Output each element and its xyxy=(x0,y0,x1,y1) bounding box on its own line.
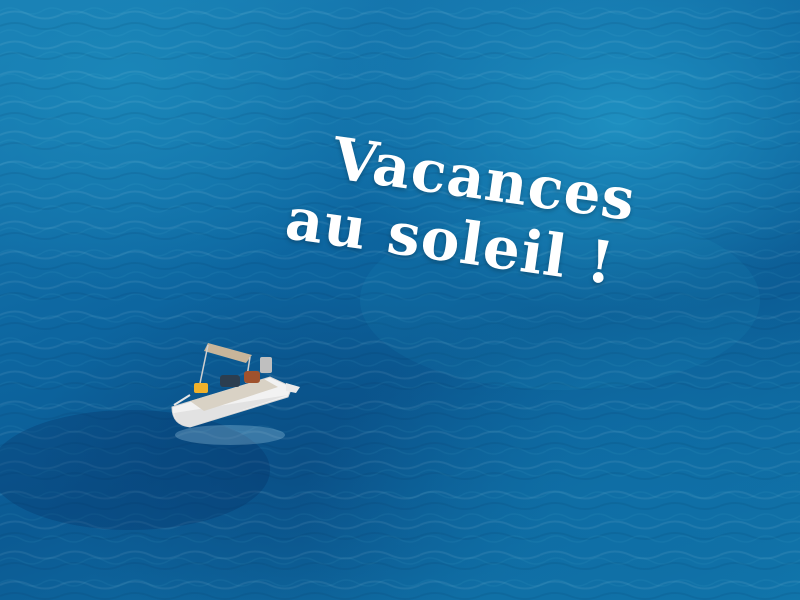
sea-background: Vacances au soleil ! xyxy=(0,0,800,600)
water-texture xyxy=(0,0,800,600)
motorboat-icon xyxy=(171,343,300,445)
